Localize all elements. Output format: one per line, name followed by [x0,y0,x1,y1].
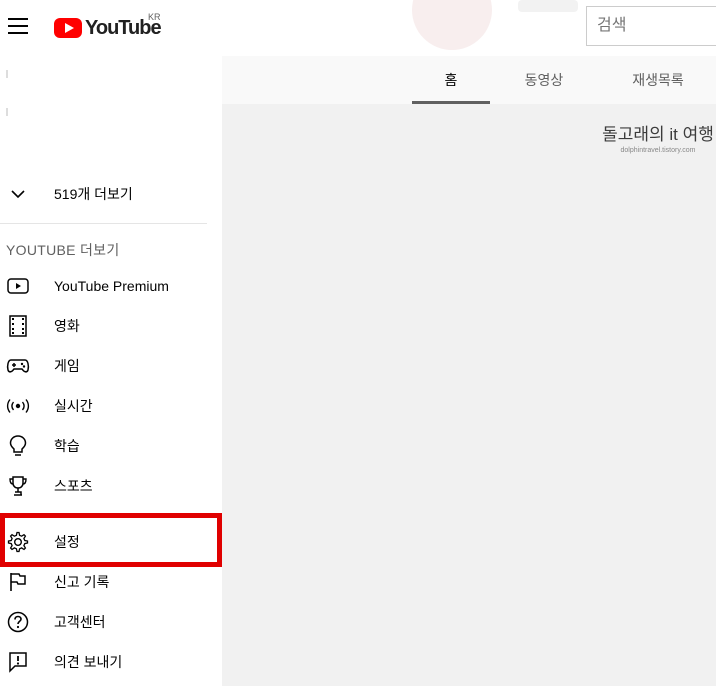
sidebar-item-label: 영화 [54,318,80,334]
sidebar-item-learning[interactable]: 학습 [0,426,222,466]
youtube-play-icon [6,274,30,298]
sidebar-item-label: 실시간 [54,398,93,414]
youtube-logo-icon [54,18,82,38]
sidebar-item-label: YouTube Premium [54,278,169,294]
tab-videos[interactable]: 동영상 [506,56,582,104]
search-input[interactable] [595,7,716,45]
flag-icon [6,570,30,594]
show-more-subscriptions[interactable]: 519개 더보기 [0,174,222,214]
country-code: KR [148,12,161,22]
chevron-down-icon [6,182,30,206]
tab-label: 동영상 [524,72,564,88]
sidebar-item-label: 의견 보내기 [54,654,123,670]
search-box[interactable] [586,6,716,46]
section-title: YOUTUBE 더보기 [6,242,120,258]
show-more-label: 519개 더보기 [54,186,133,202]
feedback-icon [6,650,30,674]
sidebar-divider [0,223,207,224]
settings-highlight-box [0,513,222,567]
tab-active-indicator [412,101,490,104]
film-icon [6,314,30,338]
trophy-icon [6,474,30,498]
youtube-logo[interactable]: YouTube [54,16,162,40]
gamepad-icon [6,354,30,378]
blog-watermark: 돌고래의 it 여행 dolphintravel.tistory.com [600,124,716,154]
sidebar-item-sports[interactable]: 스포츠 [0,466,222,506]
watermark-url: dolphintravel.tistory.com [620,147,696,154]
sidebar-item-label: 게임 [54,358,80,374]
sidebar-item-label: 스포츠 [54,478,93,494]
tab-playlists[interactable]: 재생목록 [618,56,698,104]
sidebar-item-live[interactable]: 실시간 [0,386,222,426]
tab-label: 재생목록 [632,72,684,88]
sidebar-item-label: 학습 [54,438,80,454]
sidebar-item-label: 고객센터 [54,614,106,630]
menu-icon[interactable] [8,18,28,36]
channel-name-blurred [518,0,578,12]
tab-label: 홈 [444,72,458,88]
masthead: YouTube KR [0,0,716,56]
live-icon [6,394,30,418]
subscription-avatar [6,70,8,78]
channel-content-area [222,104,716,686]
sidebar-item-label: 신고 기록 [54,574,110,590]
sidebar-item-help[interactable]: 고객센터 [0,602,222,642]
watermark-title: 돌고래의 it 여행 [602,125,714,144]
help-icon [6,610,30,634]
sidebar-item-premium[interactable]: YouTube Premium [0,266,222,306]
tab-home[interactable]: 홈 [412,56,490,104]
lightbulb-icon [6,434,30,458]
subscription-avatar [6,108,8,116]
channel-tabs: 홈 동영상 재생목록 [222,56,716,104]
sidebar-item-movies[interactable]: 영화 [0,306,222,346]
sidebar-item-feedback[interactable]: 의견 보내기 [0,642,222,682]
sidebar-item-gaming[interactable]: 게임 [0,346,222,386]
sidebar-item-report-history[interactable]: 신고 기록 [0,562,222,602]
channel-avatar [412,0,492,50]
